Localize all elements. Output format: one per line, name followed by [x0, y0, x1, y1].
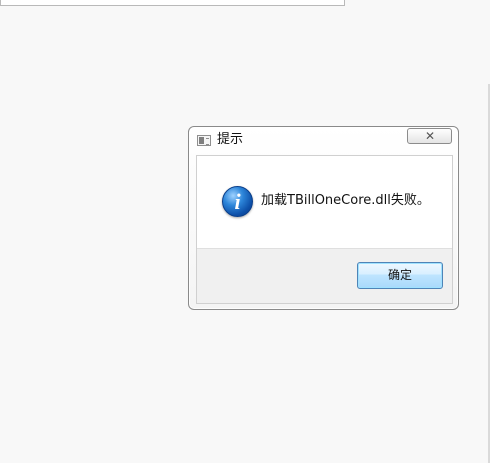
message-area: i 加载TBillOneCore.dll失败。 — [197, 156, 452, 248]
close-icon: ✕ — [424, 129, 436, 143]
information-icon: i — [222, 186, 253, 217]
information-icon-letter: i — [234, 189, 241, 214]
ok-button-label: 确定 — [387, 268, 412, 282]
background-panel — [0, 0, 345, 6]
message-dialog: 提示 ✕ i 加载TBillOneCore.dll失败。 确定 — [188, 126, 459, 310]
window-app-icon — [197, 135, 211, 146]
ok-button[interactable]: 确定 — [357, 262, 443, 289]
dialog-message: 加载TBillOneCore.dll失败。 — [261, 193, 430, 208]
dialog-title: 提示 — [217, 132, 244, 147]
dialog-content: i 加载TBillOneCore.dll失败。 确定 — [196, 155, 453, 304]
dialog-button-area: 确定 — [197, 248, 452, 303]
dialog-titlebar: 提示 ✕ — [189, 127, 458, 155]
close-button[interactable]: ✕ — [407, 128, 452, 144]
